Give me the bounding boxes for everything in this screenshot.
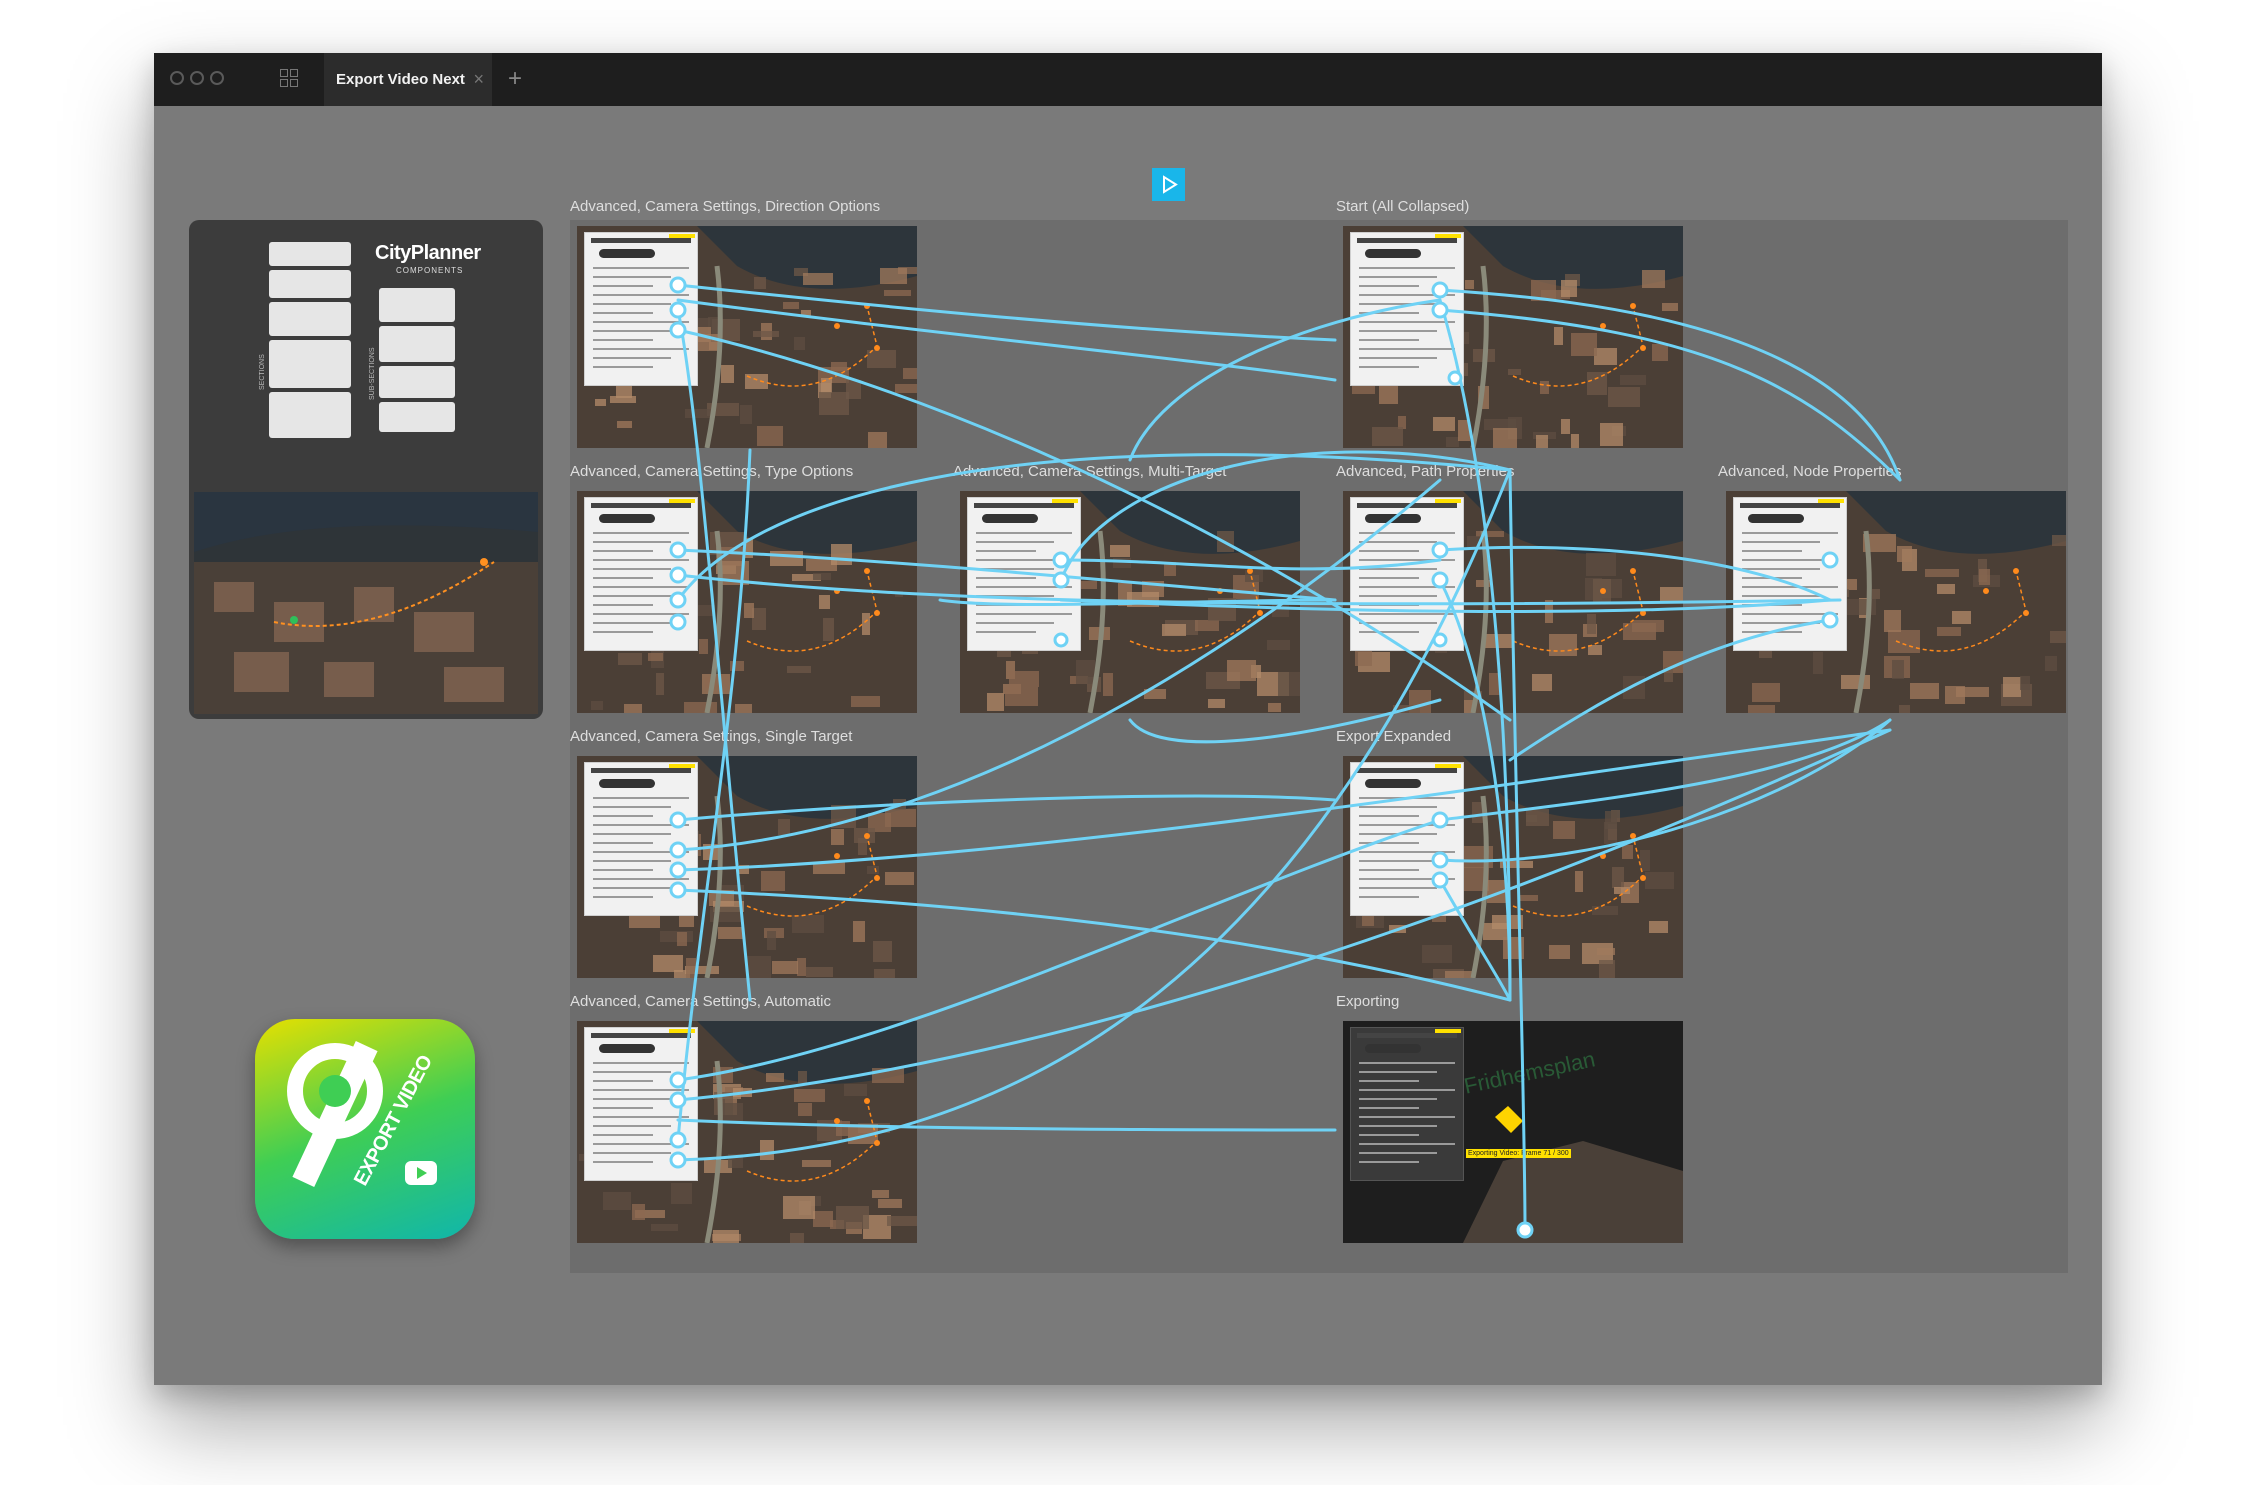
frame-single[interactable] [577,756,917,978]
frame-label-path: Advanced, Path Properties [1336,463,1515,480]
ui-panel-preview [1350,497,1464,651]
play-icon [1163,175,1178,194]
play-button[interactable] [1152,168,1185,201]
frame-label-export: Export Expanded [1336,728,1452,745]
frame-dir[interactable] [577,226,917,448]
ui-panel-preview [584,762,698,916]
frame-start[interactable] [1343,226,1683,448]
grid-icon[interactable] [280,69,300,89]
frame-export[interactable] [1343,756,1683,978]
cover-map-image [194,492,538,714]
cover-sheet [379,366,455,398]
frame-type[interactable] [577,491,917,713]
frame-exporting[interactable] [1343,1021,1683,1243]
ui-panel-preview [1350,232,1464,386]
cover-sheet [269,392,351,438]
pin-icon [287,1040,437,1188]
maximize-window-icon[interactable] [210,71,224,85]
frame-label-exporting: Exporting [1336,993,1400,1010]
ui-panel-preview [584,497,698,651]
cityplanner-logo-sub: COMPONENTS [396,266,464,275]
app-window: Export Video Next × + CityPlanner COMPON… [154,53,2102,1385]
cover-sheet [379,288,455,322]
frame-path[interactable] [1343,491,1683,713]
cover-sheet [269,340,351,388]
close-icon[interactable]: × [473,69,484,90]
ui-panel-preview [1350,1027,1464,1181]
cover-sheet [269,242,351,266]
frame-label-type: Advanced, Camera Settings, Type Options [570,463,854,480]
cityplanner-logo: CityPlanner [375,242,481,264]
title-bar: Export Video Next × + [154,53,2102,106]
plus-icon[interactable]: + [508,65,522,93]
frame-auto[interactable] [577,1021,917,1243]
ui-panel-preview [1350,762,1464,916]
tab-title: Export Video Next [336,71,465,88]
ui-panel-preview [1733,497,1847,651]
frame-node[interactable] [1726,491,2066,713]
frame-multi[interactable] [960,491,1300,713]
minimize-window-icon[interactable] [190,71,204,85]
export-status: Exporting Video: Frame 71 / 300 [1466,1149,1571,1158]
cover-sheet [379,326,455,362]
frame-label-dir: Advanced, Camera Settings, Direction Opt… [570,198,881,215]
export-video-app-icon: EXPORT VIDEO [255,1019,475,1239]
cover-thumbnail[interactable]: CityPlanner COMPONENTS SECTIONS SUB-SECT… [189,220,543,719]
cover-sheet [269,270,351,298]
ui-panel-preview [584,1027,698,1181]
frame-label-node: Advanced, Node Properties [1718,463,1902,480]
cover-sheet [269,302,351,336]
frame-label-start: Start (All Collapsed) [1336,198,1470,215]
ui-panel-preview [967,497,1081,651]
sub-sections-label: SUB-SECTIONS [369,347,376,400]
sections-label: SECTIONS [259,354,266,390]
ui-panel-preview [584,232,698,386]
frame-label-auto: Advanced, Camera Settings, Automatic [570,993,831,1010]
frame-label-single: Advanced, Camera Settings, Single Target [570,728,853,745]
tab-export-video-next[interactable]: Export Video Next × [324,53,492,106]
cover-sheet [379,402,455,432]
frame-label-multi: Advanced, Camera Settings, Multi-Target [953,463,1227,480]
close-window-icon[interactable] [170,71,184,85]
